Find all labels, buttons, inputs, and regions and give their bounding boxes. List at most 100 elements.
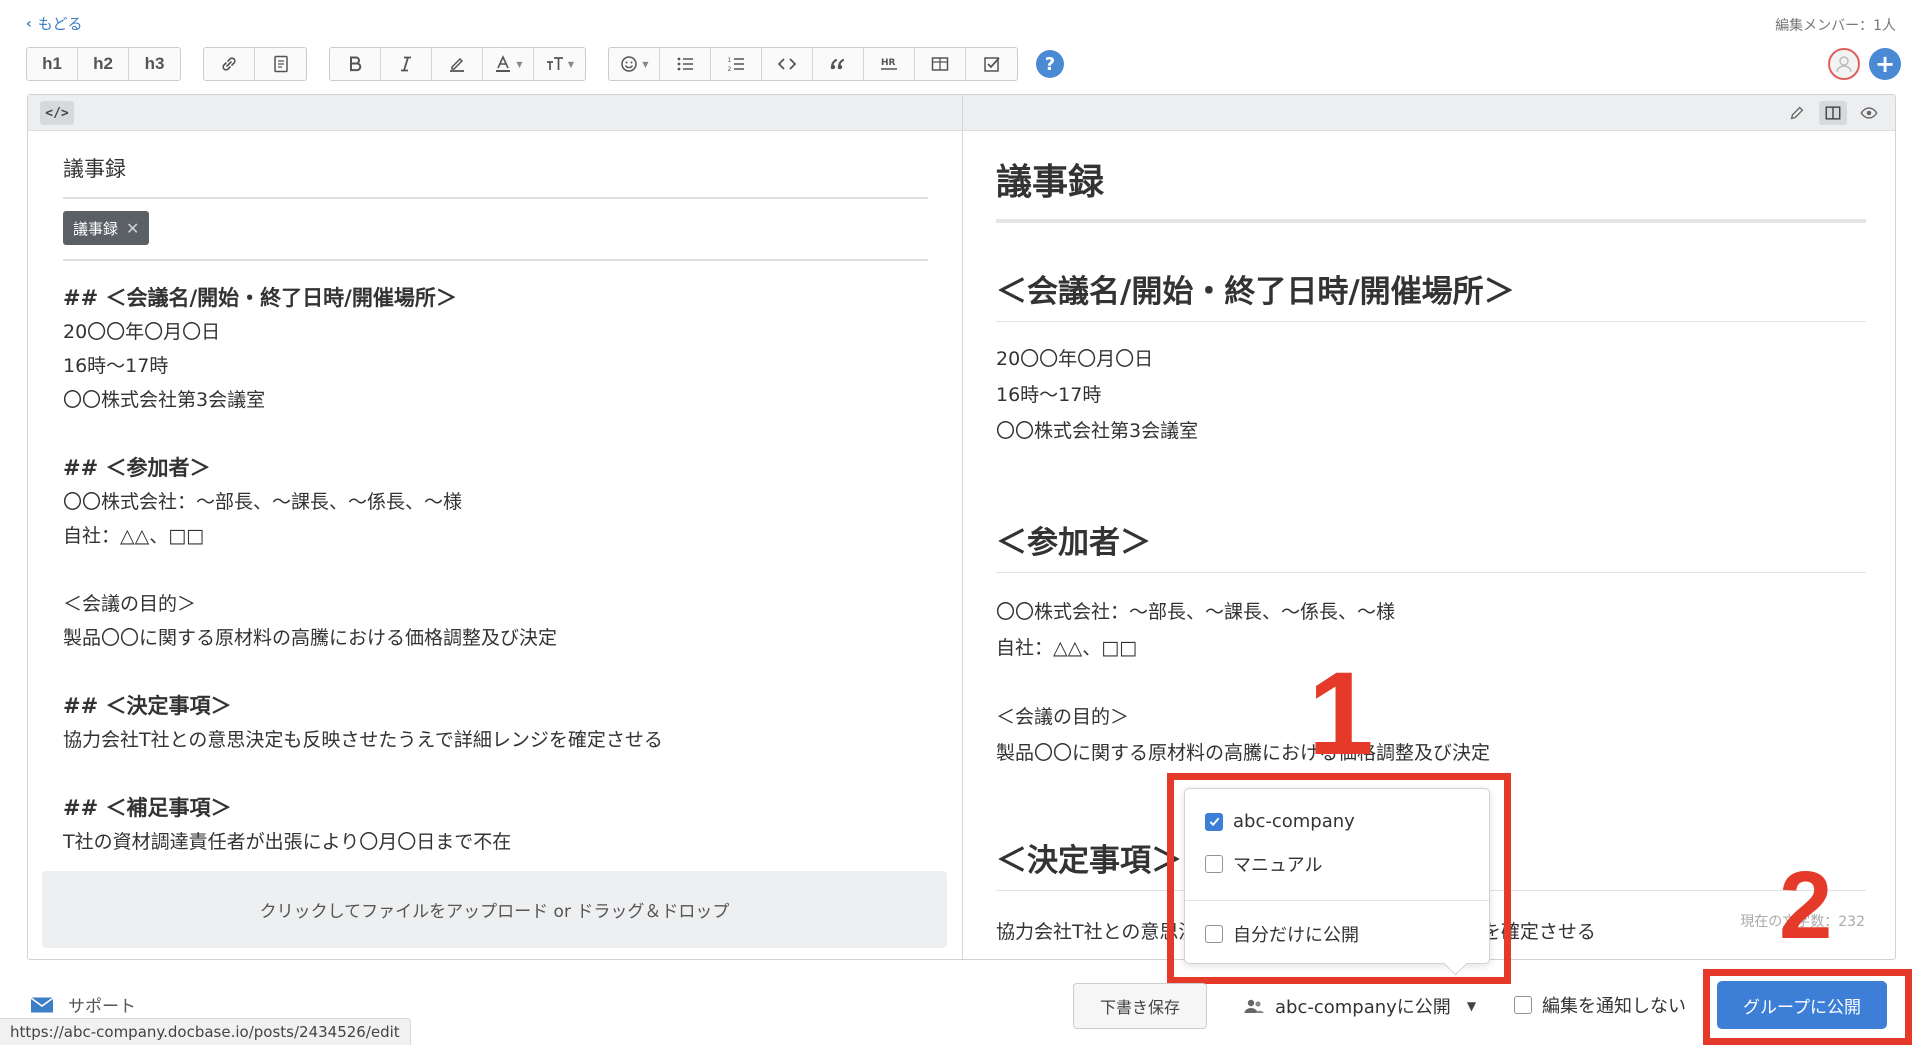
link-button[interactable] [204,48,255,80]
chevron-left-icon: ‹ [26,15,32,32]
h1-button[interactable]: h1 [27,48,78,80]
markdown-editor-pane: 議事録 ✕ ## ＜会議名/開始・終了日時/開催場所＞ 20〇〇年〇月〇日 16時〜… [28,131,962,959]
back-link[interactable]: ‹ もどる [26,13,82,34]
markdown-heading-line: ## ＜参加者＞ [63,456,211,480]
table-icon [931,57,949,71]
publish-scope-select[interactable]: abc-companyに公開 ▼ [1243,993,1476,1019]
insert-group: ▼ 12 HR [608,47,1018,81]
font-size-button[interactable]: ▼ [534,48,585,80]
markdown-line: 20〇〇年〇月〇日 [63,321,221,343]
template-button[interactable] [255,48,306,80]
markdown-line: ＜会議の目的＞ [63,593,197,615]
italic-button[interactable] [381,48,432,80]
publish-to-group-button[interactable]: グループに公開 [1717,981,1887,1029]
caret-down-icon: ▼ [642,59,649,69]
code-icon [777,58,797,70]
help-button[interactable]: ? [1036,50,1064,78]
preview-purpose-text: 製品〇〇に関する原材料の高騰における価格調整及び決定 [996,742,1491,764]
smiley-icon [621,56,638,72]
emoji-button[interactable]: ▼ [609,48,660,80]
close-icon[interactable]: ✕ [126,219,139,238]
editor-toolbar: h1 h2 h3 ▼ ▼ ▼ 1 2 HR ? [26,47,1064,81]
avatar[interactable] [1828,48,1860,80]
preview-meeting-place: 〇〇株式会社第3会議室 [996,420,1199,442]
tag-chip: 議事録 ✕ [63,211,150,245]
file-upload-dropzone[interactable]: クリックしてファイルをアップロード or ドラッグ＆ドロップ [42,871,947,948]
back-label: もどる [37,15,83,33]
markdown-line: 自社：△△、□□ [63,525,205,547]
code-view-toggle[interactable]: </> [40,101,74,125]
font-color-button[interactable]: ▼ [483,48,534,80]
support-label: サポート [68,997,136,1017]
caret-down-icon: ▼ [567,59,575,69]
preview-meeting-date: 20〇〇年〇月〇日 [996,348,1154,370]
preview-participants-self: 自社：△△、□□ [996,637,1138,659]
eye-icon [1860,107,1878,119]
markdown-line [63,417,933,451]
markdown-textarea[interactable]: ## ＜会議名/開始・終了日時/開催場所＞ 20〇〇年〇月〇日 16時〜17時〇〇株… [63,281,933,856]
preview-title: 議事録 [996,153,1866,223]
annotation-box-1 [1167,773,1511,984]
svg-text:1: 1 [728,57,732,64]
publish-scope-label: abc-companyに公開 [1275,997,1451,1018]
code-button[interactable] [762,48,813,80]
notify-toggle[interactable]: 編集を通知しない [1514,992,1686,1018]
split-view-icon [1825,106,1841,120]
quote-button[interactable] [813,48,864,80]
caret-down-icon: ▼ [1466,999,1477,1013]
hr-button[interactable]: HR [864,48,915,80]
link-icon [222,57,236,71]
user-icon [1836,56,1852,73]
plus-icon: + [1874,50,1896,78]
checkbox[interactable] [1514,996,1532,1014]
checkbox-icon [983,57,1000,72]
save-draft-button[interactable]: 下書き保存 [1073,983,1207,1029]
markdown-heading-line: ## ＜会議名/開始・終了日時/開催場所＞ [63,286,457,310]
h2-button[interactable]: h2 [78,48,129,80]
pencil-icon [1790,106,1804,120]
tag-label: 議事録 [73,219,119,238]
envelope-icon [30,996,54,1012]
highlighter-icon [450,57,464,72]
markdown-line: 16時〜17時 [63,355,169,377]
markdown-line: 〇〇株式会社第3会議室 [63,389,266,411]
split-mode-button[interactable] [1819,101,1847,125]
task-list-button[interactable] [966,48,1017,80]
preview-mode-button[interactable] [1855,101,1883,125]
numbered-list-icon: 12 [728,57,744,73]
h3-button[interactable]: h3 [129,48,180,80]
preview-purpose-heading: ＜会議の目的＞ [996,706,1130,728]
bold-icon [350,56,362,72]
caret-down-icon: ▼ [516,59,523,69]
heading-group: h1 h2 h3 [26,47,181,81]
markdown-line: 製品〇〇に関する原材料の高騰における価格調整及び決定 [63,627,558,649]
editors-count-label: 編集メンバー：1人 [1775,18,1896,34]
markdown-line: 〇〇株式会社：〜部長、〜課長、〜係長、〜様 [63,491,463,513]
tag-input[interactable]: 議事録 ✕ [63,211,928,261]
numbered-list-button[interactable]: 12 [711,48,762,80]
title-input[interactable] [63,151,928,199]
annotation-number-1: 1 [1308,648,1374,780]
markdown-line [63,553,933,587]
link-group [203,47,307,81]
add-member-button[interactable]: + [1869,48,1901,80]
markdown-heading-line: ## ＜補足事項＞ [63,796,232,820]
support-link[interactable]: サポート [30,992,136,1017]
horizontal-rule-icon: HR [881,58,897,70]
view-mode-buttons [1783,101,1883,125]
preview-heading-meeting: ＜会議名/開始・終了日時/開催場所＞ [996,266,1866,322]
status-bar-url: https://abc-company.docbase.io/posts/243… [0,1018,411,1045]
highlight-button[interactable] [432,48,483,80]
code-icon: </> [45,105,69,121]
format-group: ▼ ▼ [329,47,586,81]
markdown-line: T社の資材調達責任者が出張により〇月〇日まで不在 [63,831,512,853]
preview-heading-participants: ＜参加者＞ [996,517,1866,573]
italic-icon [401,56,411,72]
bold-button[interactable] [330,48,381,80]
edit-mode-button[interactable] [1783,101,1811,125]
table-button[interactable] [915,48,966,80]
notify-label: 編集を通知しない [1542,996,1686,1017]
font-size-icon [546,57,563,70]
bullet-list-button[interactable] [660,48,711,80]
font-color-icon [496,55,511,72]
